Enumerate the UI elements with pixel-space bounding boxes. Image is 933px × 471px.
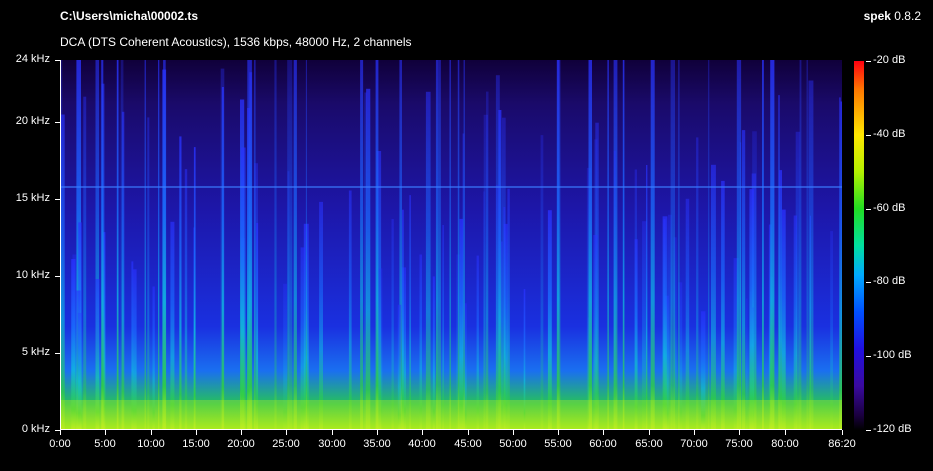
- frequency-tick: [55, 122, 60, 123]
- color-scale-tick: [866, 135, 871, 136]
- time-tick-label: 80:00: [771, 438, 799, 450]
- color-scale-tick-label: -60 dB: [873, 202, 906, 214]
- time-tick-label: 70:00: [680, 438, 708, 450]
- time-tick: [558, 430, 559, 435]
- file-path-title: C:\Users\micha\00002.ts: [60, 9, 199, 23]
- time-tick-label: 5:00: [94, 438, 116, 450]
- color-scale-tick: [866, 356, 871, 357]
- color-scale-tick-label: -20 dB: [873, 54, 906, 66]
- frequency-tick: [55, 353, 60, 354]
- time-tick-label: 65:00: [635, 438, 663, 450]
- frequency-tick: [55, 276, 60, 277]
- time-tick-label: 35:00: [363, 438, 391, 450]
- time-tick-label: 20:00: [227, 438, 255, 450]
- stream-info: DCA (DTS Coherent Acoustics), 1536 kbps,…: [60, 35, 412, 49]
- time-tick: [468, 430, 469, 435]
- frequency-tick: [55, 60, 60, 61]
- time-tick: [422, 430, 423, 435]
- app-brand: spek 0.8.2: [864, 9, 921, 23]
- time-tick-label: 40:00: [408, 438, 436, 450]
- time-tick: [649, 430, 650, 435]
- color-scale-tick-label: -100 dB: [873, 349, 912, 361]
- time-tick-label: 10:00: [137, 438, 165, 450]
- frequency-tick-label: 20 kHz: [15, 115, 50, 127]
- color-scale-tick: [866, 430, 871, 431]
- color-scale-bar: [854, 61, 864, 430]
- time-tick-label: 15:00: [182, 438, 210, 450]
- time-tick: [513, 430, 514, 435]
- frequency-tick: [55, 199, 60, 200]
- color-scale-tick: [866, 282, 871, 283]
- color-scale-tick-label: -80 dB: [873, 275, 906, 287]
- app-name: spek: [863, 9, 891, 23]
- time-tick-label: 75:00: [725, 438, 753, 450]
- time-tick: [603, 430, 604, 435]
- time-tick: [377, 430, 378, 435]
- color-scale-tick-label: -40 dB: [873, 128, 906, 140]
- time-tick-label: 25:00: [272, 438, 300, 450]
- time-tick: [196, 430, 197, 435]
- plot-frame: [60, 60, 842, 430]
- time-tick-label: 86:20: [828, 438, 856, 450]
- time-tick: [332, 430, 333, 435]
- time-tick-label: 50:00: [499, 438, 527, 450]
- frequency-tick-label: 0 kHz: [21, 423, 50, 435]
- time-tick-label: 30:00: [318, 438, 346, 450]
- time-tick: [286, 430, 287, 435]
- time-tick: [739, 430, 740, 435]
- color-scale-tick-label: -120 dB: [873, 423, 912, 435]
- time-tick-label: 60:00: [589, 438, 617, 450]
- time-tick-label: 45:00: [454, 438, 482, 450]
- frequency-tick-label: 10 kHz: [15, 269, 50, 281]
- time-tick: [842, 430, 843, 435]
- time-tick-label: 0:00: [49, 438, 71, 450]
- frequency-tick-label: 15 kHz: [15, 192, 50, 204]
- color-scale-tick: [866, 209, 871, 210]
- time-tick: [241, 430, 242, 435]
- time-tick: [60, 430, 61, 435]
- frequency-tick-label: 5 kHz: [21, 346, 50, 358]
- time-tick: [694, 430, 695, 435]
- frequency-tick-label: 24 kHz: [15, 53, 50, 65]
- app-version: 0.8.2: [894, 9, 921, 23]
- time-tick: [785, 430, 786, 435]
- color-scale-tick: [866, 61, 871, 62]
- time-tick: [151, 430, 152, 435]
- time-tick-label: 55:00: [544, 438, 572, 450]
- time-tick: [105, 430, 106, 435]
